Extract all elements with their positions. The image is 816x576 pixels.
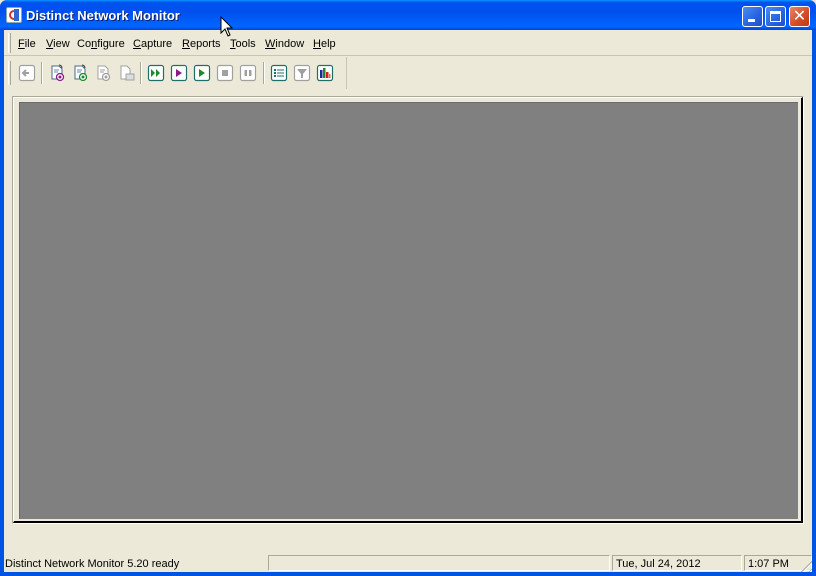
pause-icon [239, 64, 257, 82]
app-window: Distinct Network Monitor ✕ File View Confi… [0, 0, 816, 576]
menu-file[interactable]: File [18, 38, 36, 50]
document-icon [97, 65, 111, 82]
start-capture-purple-button[interactable] [170, 64, 188, 82]
menu-configure[interactable]: Configure [77, 38, 125, 50]
fast-forward-icon [147, 64, 165, 82]
statistics-button[interactable] [316, 64, 334, 82]
status-message: Distinct Network Monitor 5.20 ready [5, 558, 180, 570]
maximize-button[interactable] [765, 6, 786, 27]
start-capture-all-button[interactable] [147, 64, 165, 82]
mouse-cursor-icon [220, 16, 234, 37]
menu-tools[interactable]: Tools [230, 38, 256, 50]
toolbar [4, 57, 347, 89]
menu-help[interactable]: Help [313, 38, 336, 50]
mdi-frame [12, 96, 804, 524]
filter-button [293, 64, 311, 82]
minimize-button[interactable] [742, 6, 763, 27]
document-capture-icon [51, 64, 65, 82]
open-capture-green-button[interactable] [72, 64, 90, 82]
list-icon [270, 64, 288, 82]
stop-icon [216, 64, 234, 82]
menu-reports[interactable]: Reports [182, 38, 221, 50]
minimize-icon [748, 19, 755, 22]
filter-icon [293, 64, 311, 82]
toolbar-separator [41, 62, 43, 84]
menu-capture[interactable]: Capture [133, 38, 172, 50]
play-icon [193, 64, 211, 82]
document-disabled-button [95, 64, 113, 82]
pause-capture-button [239, 64, 257, 82]
mdi-client-area[interactable] [19, 102, 798, 519]
document-capture-icon [74, 64, 88, 82]
menu-view[interactable]: View [46, 38, 70, 50]
open-capture-purple-button[interactable] [49, 64, 67, 82]
client-area: File View Configure Capture Reports Tools Wind… [4, 30, 812, 572]
stop-capture-button [216, 64, 234, 82]
back-arrow-icon [18, 64, 36, 82]
toolbar-grip[interactable] [8, 61, 11, 85]
status-pane-date: Tue, Jul 24, 2012 [612, 555, 742, 571]
menubar-grip[interactable] [8, 33, 11, 53]
status-bar: Distinct Network Monitor 5.20 ready Tue,… [4, 555, 812, 572]
save-disabled-button [118, 64, 136, 82]
menu-window[interactable]: Window [265, 38, 304, 50]
play-icon [170, 64, 188, 82]
status-pane-empty [268, 555, 610, 571]
status-time: 1:07 PM [748, 558, 789, 570]
window-title: Distinct Network Monitor [26, 8, 180, 23]
list-view-button[interactable] [270, 64, 288, 82]
status-date: Tue, Jul 24, 2012 [616, 558, 701, 570]
maximize-icon [770, 11, 781, 22]
toolbar-separator [140, 62, 142, 84]
bar-chart-icon [316, 64, 334, 82]
close-button[interactable]: ✕ [789, 6, 810, 27]
menu-bar: File View Configure Capture Reports Tools Wind… [4, 30, 812, 56]
title-bar[interactable]: Distinct Network Monitor ✕ [0, 0, 816, 30]
save-document-icon [120, 65, 135, 81]
toolbar-separator [263, 62, 265, 84]
app-icon[interactable] [6, 7, 22, 23]
start-capture-green-button[interactable] [193, 64, 211, 82]
close-icon: ✕ [792, 8, 807, 25]
back-button [18, 64, 36, 82]
